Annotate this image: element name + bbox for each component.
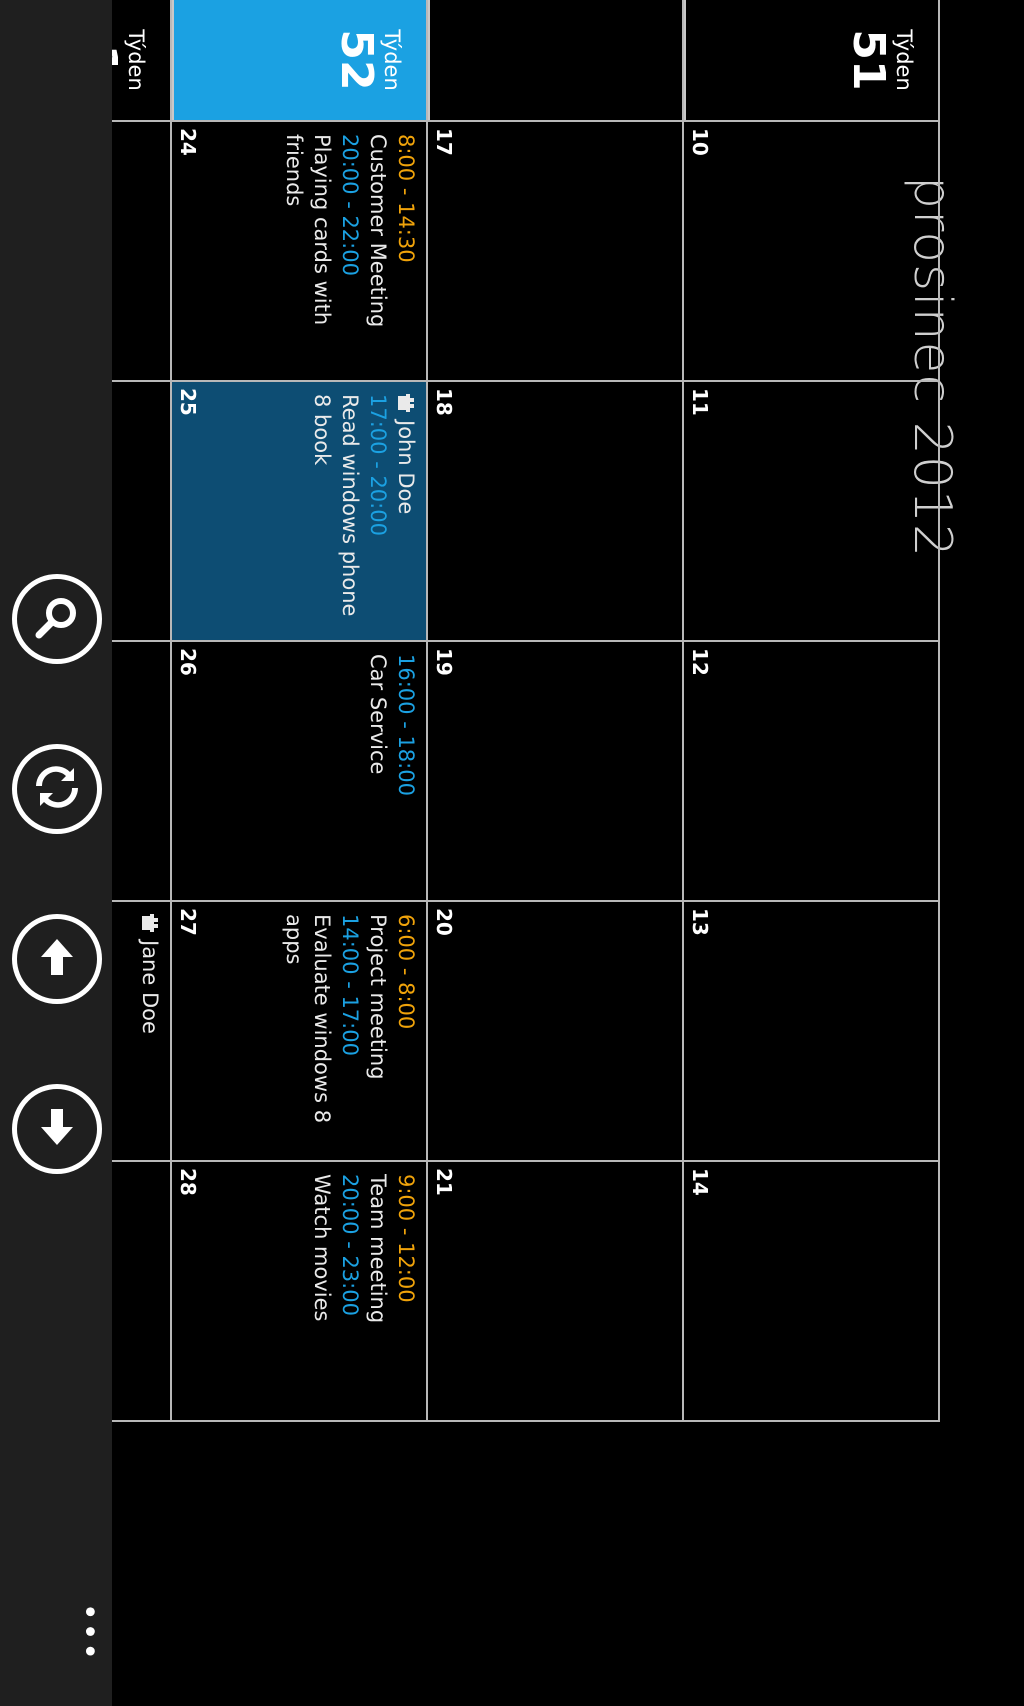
birthday-name: John Doe	[394, 420, 418, 515]
next-button[interactable]	[12, 1084, 102, 1174]
event-time: 9:00 - 12:00	[394, 1174, 418, 1303]
event-time: 14:00 - 17:00	[338, 914, 362, 1056]
birthday-name: Jane Doe	[138, 940, 162, 1034]
day-events: 9:00 - 12:00 Team meeting 20:00 - 23:00 Wat…	[308, 1174, 420, 1412]
gift-icon	[398, 394, 414, 412]
day-number: 19	[432, 648, 456, 676]
event-time: 6:00 - 8:00	[394, 914, 418, 1030]
week-label: Týden	[892, 29, 916, 91]
more-menu-button[interactable]: •••	[71, 1603, 106, 1662]
event-title[interactable]: Playing cards with friends	[280, 134, 336, 372]
arrow-up-icon	[35, 935, 79, 983]
grid-line	[0, 120, 940, 122]
day-number: 17	[432, 128, 456, 156]
event-title[interactable]: Customer Meeting	[364, 134, 392, 372]
sync-button[interactable]	[12, 744, 102, 834]
event-time: 16:00 - 18:00	[394, 654, 418, 796]
day-events: John Doe 17:00 - 20:00 Read windows phone …	[308, 394, 420, 632]
event-time: 8:00 - 14:30	[394, 134, 418, 263]
day-cell-24[interactable]: 8:00 - 14:30 Customer Meeting 20:00 - 22:0…	[172, 122, 428, 380]
week-number: 52	[331, 29, 382, 91]
event-time: 17:00 - 20:00	[366, 394, 390, 536]
day-cell-21[interactable]: 21	[428, 1162, 684, 1420]
grid-line	[170, 0, 172, 1420]
event-title[interactable]: Team meeting	[364, 1174, 392, 1412]
day-number: 20	[432, 908, 456, 936]
grid-line	[0, 640, 940, 642]
birthday: Jane Doe	[136, 914, 164, 1152]
day-cell-27[interactable]: 6:00 - 8:00 Project meeting 14:00 - 17:00 E…	[172, 902, 428, 1160]
grid-line	[0, 1160, 940, 1162]
arrow-down-icon	[35, 1105, 79, 1153]
week-header-51: Týden 51	[684, 0, 940, 120]
day-number: 13	[688, 908, 712, 936]
grid-line	[426, 0, 428, 1420]
week-label: Týden	[380, 29, 404, 91]
day-number: 28	[176, 1168, 200, 1196]
day-events: 16:00 - 18:00 Car Service	[364, 654, 420, 892]
grid-line	[938, 0, 940, 1420]
event-title[interactable]: Evaluate windows 8 apps	[280, 914, 336, 1152]
day-events: 6:00 - 8:00 Project meeting 14:00 - 17:00 E…	[280, 914, 420, 1152]
event-title[interactable]: Project meeting	[364, 914, 392, 1152]
sync-icon	[34, 764, 80, 814]
day-cell-26[interactable]: 16:00 - 18:00 Car Service 26	[172, 642, 428, 900]
day-cell-18[interactable]: 18	[428, 382, 684, 640]
day-cell-20[interactable]: 20	[428, 902, 684, 1160]
day-cell-17[interactable]: 17	[428, 122, 684, 380]
day-cell-19[interactable]: 19	[428, 642, 684, 900]
gift-icon	[142, 914, 158, 932]
day-cell-14[interactable]: 14	[684, 1162, 940, 1420]
day-cell-12[interactable]: 12	[684, 642, 940, 900]
day-number: 10	[688, 128, 712, 156]
week-header-52: Týden 52	[172, 0, 428, 120]
search-icon	[33, 593, 81, 645]
week-number: 51	[843, 29, 894, 91]
grid-line	[0, 1420, 940, 1422]
day-cell-11[interactable]: 11	[684, 382, 940, 640]
app-bar: •••	[0, 0, 112, 1706]
day-cell-25[interactable]: John Doe 17:00 - 20:00 Read windows phone …	[172, 382, 428, 640]
day-cell-28[interactable]: 9:00 - 12:00 Team meeting 20:00 - 23:00 Wat…	[172, 1162, 428, 1420]
previous-button[interactable]	[12, 914, 102, 1004]
day-number: 12	[688, 648, 712, 676]
event-time: 20:00 - 22:00	[338, 134, 362, 276]
day-number: 27	[176, 908, 200, 936]
day-number: 14	[688, 1168, 712, 1196]
day-number: 11	[688, 388, 712, 416]
day-events: 8:00 - 14:30 Customer Meeting 20:00 - 22:0…	[280, 134, 420, 372]
event-title[interactable]: Read windows phone 8 book	[308, 394, 364, 632]
day-events: Jane Doe	[136, 914, 164, 1152]
day-number: 18	[432, 388, 456, 416]
day-cell-13[interactable]: 13	[684, 902, 940, 1160]
grid-line	[0, 380, 940, 382]
day-cell-10[interactable]: 10	[684, 122, 940, 380]
day-number: 21	[432, 1168, 456, 1196]
grid-line	[682, 0, 684, 1420]
week-label: Týden	[124, 29, 148, 91]
day-number: 24	[176, 128, 200, 156]
event-time: 20:00 - 23:00	[338, 1174, 362, 1316]
calendar-screen: prosinec 2012 Týden 51 10 11 12 13 14 17 18 19 20 2…	[0, 0, 1024, 1706]
birthday: John Doe	[392, 394, 420, 632]
event-title[interactable]: Car Service	[364, 654, 392, 892]
search-button[interactable]	[12, 574, 102, 664]
day-number: 25	[176, 388, 200, 416]
event-title[interactable]: Watch movies	[308, 1174, 336, 1412]
grid-line	[0, 900, 940, 902]
week-header-blank	[428, 0, 684, 120]
day-number: 26	[176, 648, 200, 676]
